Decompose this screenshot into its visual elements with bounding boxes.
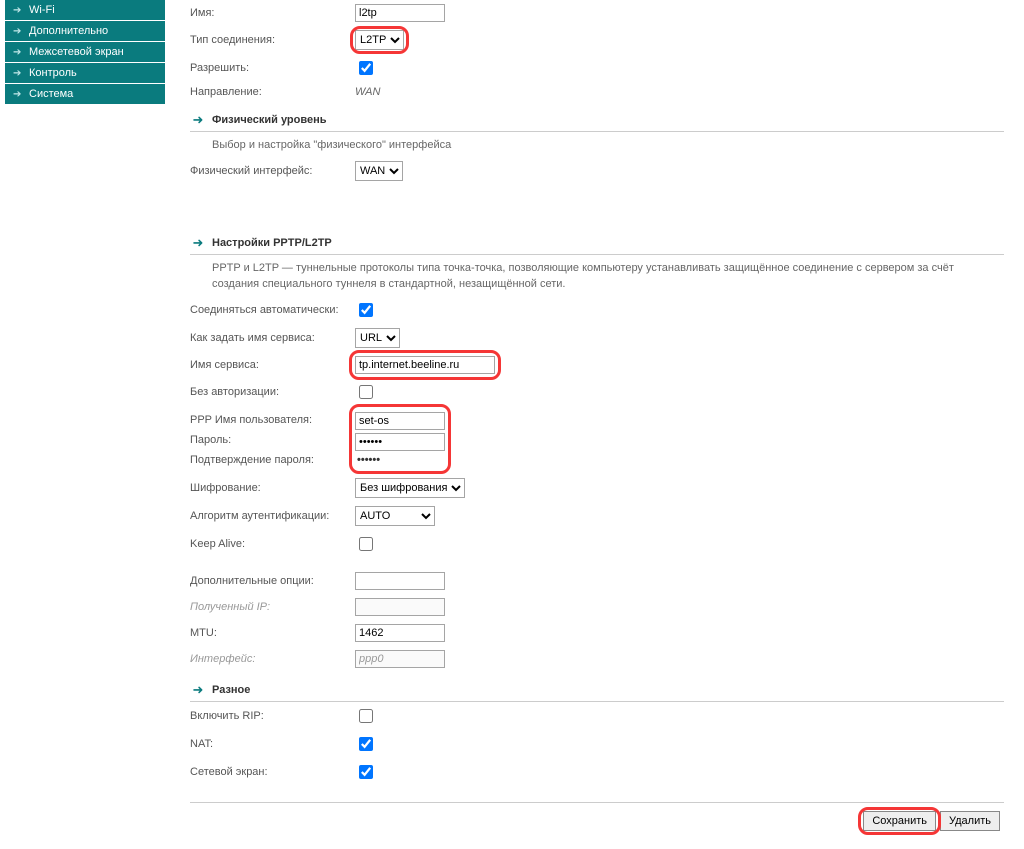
keepalive-checkbox[interactable] [359, 537, 373, 551]
auth-algo-select[interactable]: AUTO [355, 506, 435, 526]
service-mode-select[interactable]: URL [355, 328, 400, 348]
arrow-right-icon: ➔ [13, 5, 23, 16]
password-input[interactable] [355, 433, 445, 451]
password-confirm-static: •••••• [355, 454, 445, 466]
section-physical-header: ➜ Физический уровень [190, 108, 1004, 132]
auto-connect-label: Соединяться автоматически: [190, 304, 355, 316]
name-input[interactable] [355, 4, 445, 22]
arrow-right-icon: ➔ [13, 47, 23, 58]
section-misc-title: Разное [212, 684, 250, 696]
allow-checkbox[interactable] [359, 61, 373, 75]
keepalive-label: Keep Alive: [190, 538, 355, 550]
rip-label: Включить RIP: [190, 710, 355, 722]
section-misc-header: ➜ Разное [190, 678, 1004, 702]
direction-value: WAN [355, 86, 1004, 98]
noauth-label: Без авторизации: [190, 386, 355, 398]
save-button[interactable]: Сохранить [863, 811, 936, 831]
ppp-user-input[interactable] [355, 412, 445, 430]
firewall-label: Сетевой экран: [190, 766, 355, 778]
rip-checkbox[interactable] [359, 709, 373, 723]
noauth-checkbox[interactable] [359, 385, 373, 399]
nat-label: NAT: [190, 738, 355, 750]
section-physical-desc: Выбор и настройка "физического" интерфей… [190, 132, 1004, 157]
section-physical-title: Физический уровень [212, 114, 327, 126]
ppp-user-label: PPP Имя пользователя: [190, 414, 312, 426]
encryption-label: Шифрование: [190, 482, 355, 494]
mtu-label: MTU: [190, 627, 355, 639]
service-name-label: Имя сервиса: [190, 359, 355, 371]
sidebar-item-label: Дополнительно [29, 25, 108, 37]
section-toggle-icon[interactable]: ➜ [190, 112, 206, 128]
section-toggle-icon[interactable]: ➜ [190, 682, 206, 698]
phys-iface-label: Физический интерфейс: [190, 165, 355, 177]
interface-input [355, 650, 445, 668]
section-pptp-desc: PPTP и L2TP — туннельные протоколы типа … [190, 255, 1004, 296]
password-label: Пароль: [190, 434, 231, 446]
extra-opts-label: Дополнительные опции: [190, 575, 355, 587]
service-mode-label: Как задать имя сервиса: [190, 332, 355, 344]
sidebar-item-wifi[interactable]: ➔ Wi-Fi [5, 0, 165, 21]
sidebar-item-label: Контроль [29, 67, 77, 79]
main-content: Имя: Тип соединения: L2TP Разрешить: [165, 0, 1024, 849]
allow-label: Разрешить: [190, 62, 355, 74]
phys-iface-select[interactable]: WAN [355, 161, 403, 181]
arrow-right-icon: ➔ [13, 26, 23, 37]
sidebar-item-label: Межсетевой экран [29, 46, 124, 58]
auto-connect-checkbox[interactable] [359, 303, 373, 317]
arrow-right-icon: ➔ [13, 68, 23, 79]
received-ip-input [355, 598, 445, 616]
service-name-input[interactable] [355, 356, 495, 374]
mtu-input[interactable] [355, 624, 445, 642]
interface-label: Интерфейс: [190, 653, 355, 665]
sidebar-item-label: Система [29, 88, 73, 100]
section-pptp-title: Настройки PPTP/L2TP [212, 237, 332, 249]
sidebar-item-firewall[interactable]: ➔ Межсетевой экран [5, 42, 165, 63]
sidebar-item-control[interactable]: ➔ Контроль [5, 63, 165, 84]
arrow-right-icon: ➔ [13, 89, 23, 100]
direction-label: Направление: [190, 86, 355, 98]
encryption-select[interactable]: Без шифрования [355, 478, 465, 498]
received-ip-label: Полученный IP: [190, 601, 355, 613]
nat-checkbox[interactable] [359, 737, 373, 751]
sidebar-item-system[interactable]: ➔ Система [5, 84, 165, 105]
conn-type-label: Тип соединения: [190, 34, 355, 46]
sidebar: ➔ Wi-Fi ➔ Дополнительно ➔ Межсетевой экр… [5, 0, 165, 105]
sidebar-item-advanced[interactable]: ➔ Дополнительно [5, 21, 165, 42]
sidebar-item-label: Wi-Fi [29, 4, 55, 16]
delete-button[interactable]: Удалить [940, 811, 1000, 831]
firewall-checkbox[interactable] [359, 765, 373, 779]
name-label: Имя: [190, 7, 355, 19]
section-pptp-header: ➜ Настройки PPTP/L2TP [190, 231, 1004, 255]
section-toggle-icon[interactable]: ➜ [190, 235, 206, 251]
password-confirm-label: Подтверждение пароля: [190, 454, 314, 466]
auth-algo-label: Алгоритм аутентификации: [190, 510, 355, 522]
footer-bar: Сохранить Удалить [190, 802, 1004, 839]
extra-opts-input[interactable] [355, 572, 445, 590]
conn-type-select[interactable]: L2TP [355, 30, 404, 50]
